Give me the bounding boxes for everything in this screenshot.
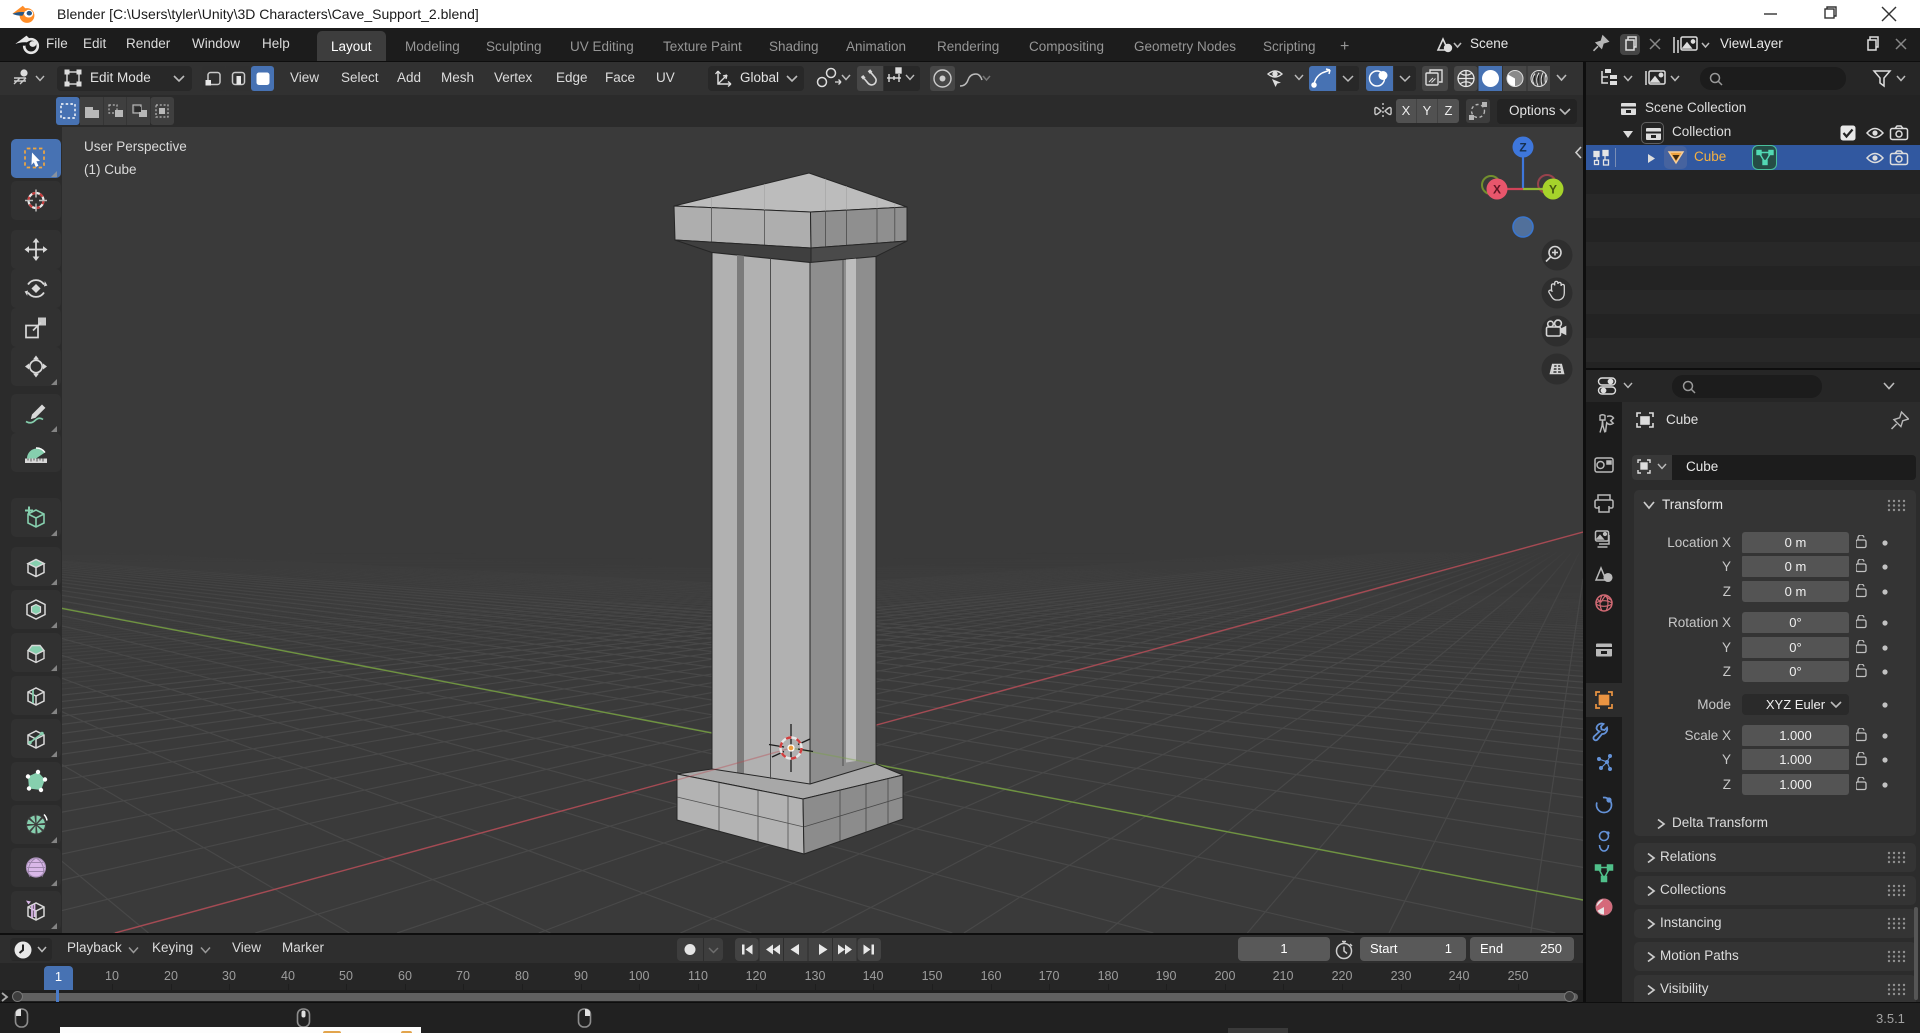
svg-text:User Perspective: User Perspective xyxy=(84,139,187,154)
svg-text:X: X xyxy=(1493,183,1501,197)
svg-text:(1) Cube: (1) Cube xyxy=(84,162,137,177)
svg-text:Y: Y xyxy=(1549,183,1557,197)
svg-text:Z: Z xyxy=(1519,141,1526,155)
